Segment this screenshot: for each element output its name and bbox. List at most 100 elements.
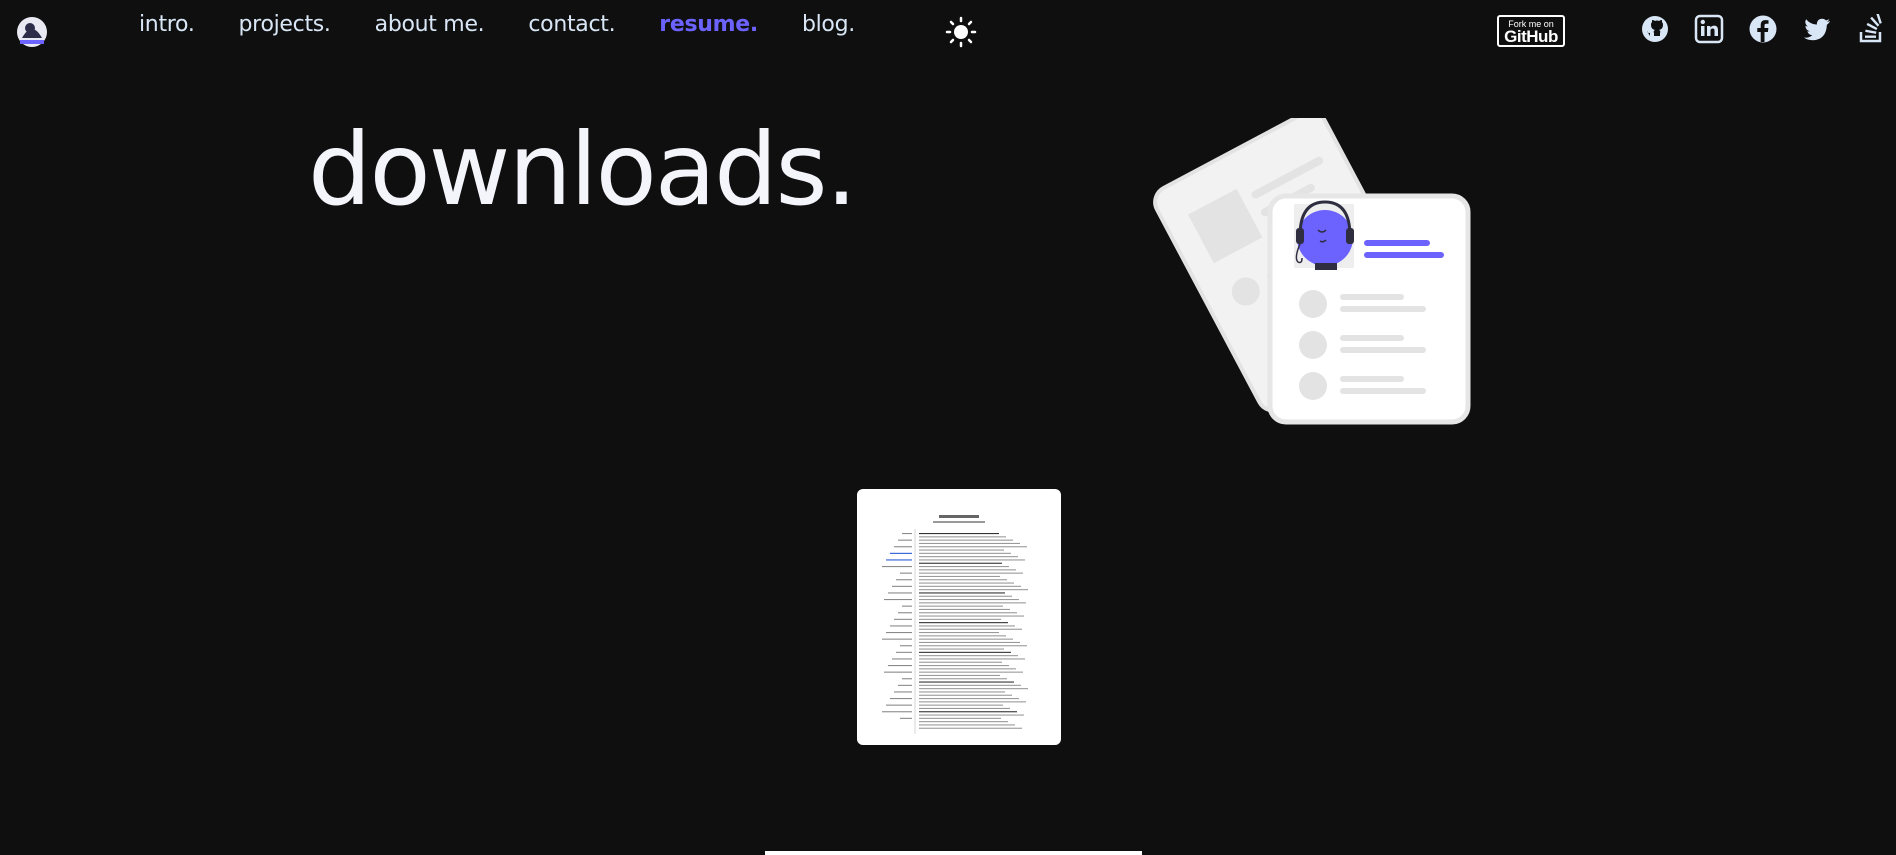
resume-text-line xyxy=(919,684,1021,686)
linkedin-icon[interactable] xyxy=(1694,14,1724,44)
resume-text-line xyxy=(919,721,1008,723)
resume-sidebar-line xyxy=(884,671,912,673)
resume-sidebar-line xyxy=(898,684,912,686)
resume-sidebar-line xyxy=(888,665,912,667)
resume-sidebar-line xyxy=(898,612,912,614)
nav-links: intro. projects. about me. contact. resu… xyxy=(139,12,899,37)
resume-text-line xyxy=(919,698,1019,700)
resume-text-line xyxy=(919,572,1023,574)
resume-text-line xyxy=(919,622,1008,624)
resume-sidebar-line xyxy=(894,691,912,693)
resume-sidebar-line xyxy=(882,566,912,568)
resume-text-line xyxy=(919,575,1000,577)
resume-text-line xyxy=(919,612,1017,614)
resume-sidebar-line xyxy=(884,599,912,601)
resume-sidebar-line xyxy=(900,645,912,647)
fork-badge-bottom: GitHub xyxy=(1504,27,1558,46)
resume-text-line xyxy=(919,711,1017,713)
resume-sidebar-line xyxy=(900,572,912,574)
resume-sidebar-line xyxy=(882,638,912,640)
nav-link-contact[interactable]: contact. xyxy=(528,12,615,37)
fork-me-on-github-badge[interactable]: Fork me on GitHub xyxy=(1497,15,1565,47)
resume-sidebar-line xyxy=(890,552,912,554)
social-links xyxy=(1640,14,1886,44)
resume-text-line xyxy=(919,599,1019,601)
resume-sidebar-line xyxy=(886,559,912,561)
resume-text-line xyxy=(919,592,1005,594)
resume-text-line xyxy=(919,681,1014,683)
resume-text-line xyxy=(919,536,1006,538)
resume-text-line xyxy=(919,608,1010,610)
resume-text-line xyxy=(919,579,1007,581)
resume-text-line xyxy=(919,641,1020,643)
resume-text-line xyxy=(919,539,1013,541)
resume-text-line xyxy=(919,602,1026,604)
resume-text-line xyxy=(919,546,1027,548)
nav-link-about[interactable]: about me. xyxy=(375,12,485,37)
resume-text-line xyxy=(919,668,1016,670)
resume-sidebar-line xyxy=(894,618,912,620)
resume-text-line xyxy=(919,678,1007,680)
resume-text-line xyxy=(919,589,1028,591)
resume-text-line xyxy=(919,707,1010,709)
resume-sidebar-line xyxy=(890,698,912,700)
resume-text-line xyxy=(919,635,1006,637)
resume-text-line xyxy=(919,585,1021,587)
resume-text-line xyxy=(919,701,1026,703)
resume-text-line xyxy=(919,648,1004,650)
sun-icon[interactable] xyxy=(945,16,977,48)
resume-text-line xyxy=(919,632,999,634)
resume-text-line xyxy=(919,727,1022,729)
resume-sidebar-line xyxy=(890,625,912,627)
nav-link-blog[interactable]: blog. xyxy=(802,12,855,37)
resume-sidebar-line xyxy=(902,533,912,535)
resume-text-line xyxy=(919,533,999,535)
resume-text-line xyxy=(919,665,1009,667)
resume-text-line xyxy=(919,628,1022,630)
resume-text-line xyxy=(919,704,1003,706)
resume-sidebar-line xyxy=(900,717,912,719)
github-icon[interactable] xyxy=(1640,14,1670,44)
resume-text-line xyxy=(919,582,1014,584)
resume-text-line xyxy=(919,638,1013,640)
resume-text-line xyxy=(919,605,1003,607)
resume-text-line xyxy=(919,655,1018,657)
stackoverflow-icon[interactable] xyxy=(1856,14,1886,44)
nav-link-projects[interactable]: projects. xyxy=(239,12,331,37)
resume-text-line xyxy=(919,618,1001,620)
resume-text-line xyxy=(919,625,1015,627)
resume-preview-thumbnail[interactable] xyxy=(857,489,1061,745)
resume-text-line xyxy=(919,671,1023,673)
resume-text-line xyxy=(919,717,1001,719)
resume-sidebar-line xyxy=(886,632,912,634)
resume-sidebar-line xyxy=(888,592,912,594)
resume-text-line xyxy=(919,549,1004,551)
resume-text-line xyxy=(919,559,1025,561)
resume-sidebar-line xyxy=(902,678,912,680)
twitter-icon[interactable] xyxy=(1802,14,1832,44)
resume-text-line xyxy=(919,562,1002,564)
download-button-edge[interactable] xyxy=(765,851,1142,855)
top-navbar: intro. projects. about me. contact. resu… xyxy=(0,0,1896,60)
resume-text-line xyxy=(919,552,1011,554)
resume-text-line xyxy=(919,674,1000,676)
resume-sidebar-line xyxy=(898,539,912,541)
resume-text-line xyxy=(919,694,1012,696)
resume-text-line xyxy=(919,688,1028,690)
nav-link-intro[interactable]: intro. xyxy=(139,12,195,37)
facebook-icon[interactable] xyxy=(1748,14,1778,44)
resume-sidebar-line xyxy=(882,711,912,713)
resume-sidebar-line xyxy=(894,546,912,548)
resume-text-line xyxy=(919,556,1018,558)
resume-text-line xyxy=(919,658,1025,660)
nav-link-resume[interactable]: resume. xyxy=(659,12,758,37)
resume-text-line xyxy=(919,651,1011,653)
resume-text-line xyxy=(919,595,1012,597)
resume-sidebar-line xyxy=(892,658,912,660)
resume-text-line xyxy=(919,724,1015,726)
site-logo[interactable] xyxy=(12,12,52,52)
resume-sidebar-line xyxy=(896,579,912,581)
resume-illustration xyxy=(1140,109,1480,428)
resume-sidebar-line xyxy=(902,605,912,607)
resume-text-line xyxy=(919,691,1005,693)
